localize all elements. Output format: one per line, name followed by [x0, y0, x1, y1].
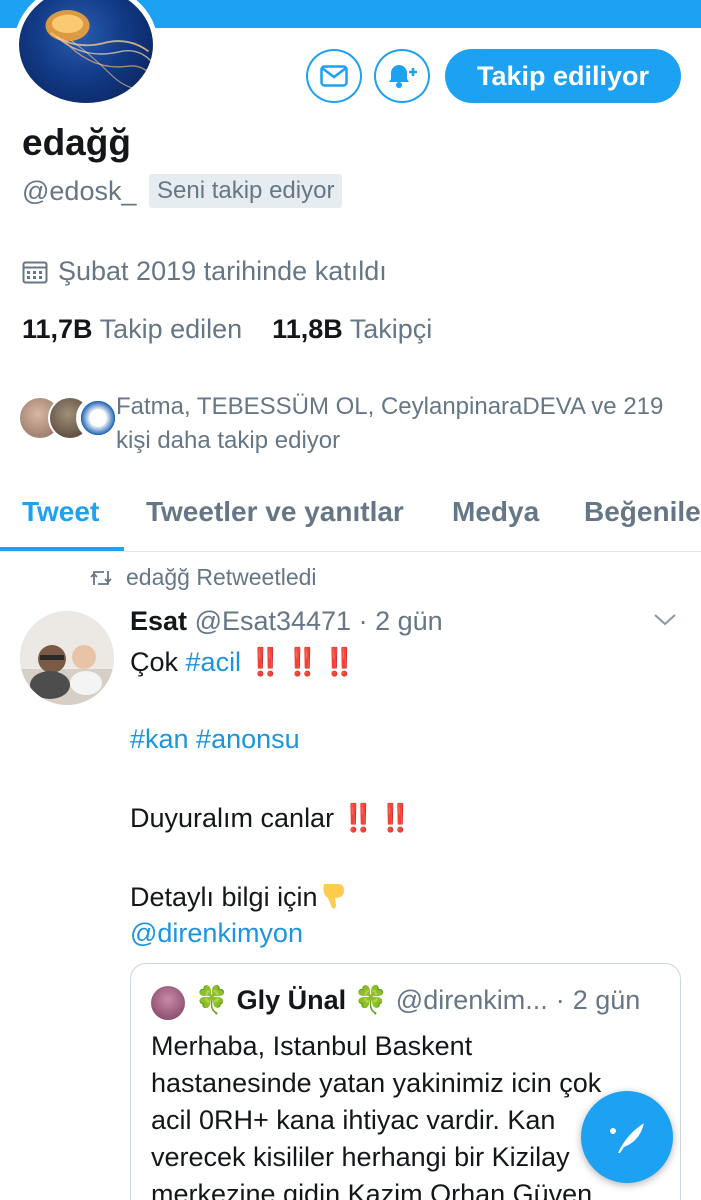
chevron-down-icon: [654, 614, 676, 626]
follows-you-badge: Seni takip ediyor: [149, 174, 343, 208]
tab-tweets-and-replies[interactable]: Tweetler ve yanıtlar: [146, 496, 404, 528]
exclamation-emojis: ‼️ ‼️ ‼️: [248, 647, 357, 677]
mention-direnkimyon[interactable]: @direnkimyon: [130, 918, 303, 948]
follow-stats: 11,7B Takip edilen 11,8B Takipçi: [22, 314, 432, 345]
following-label: Takip edilen: [99, 314, 243, 344]
mutual-line-2: kişi daha takip ediyor: [116, 427, 341, 454]
compose-tweet-icon: [610, 1123, 644, 1153]
tweet-author-avatar[interactable]: [20, 611, 114, 705]
tweet-header: Esat @Esat34471 · 2 gün: [130, 606, 443, 637]
profile-avatar[interactable]: [14, 0, 158, 108]
followers-label: Takipçi: [349, 314, 433, 344]
jellyfish-image: [45, 10, 153, 91]
quoted-separator: ·: [555, 984, 565, 1015]
quoted-author-handle: @direnkim...: [395, 984, 548, 1015]
envelope-icon: [320, 65, 348, 87]
bell-plus-icon: [389, 65, 417, 88]
quoted-author-avatar: [151, 986, 185, 1020]
mutual-line-1: Fatma, TEBESSÜM OL, CeylanpinaraDEVA ve …: [116, 393, 664, 420]
tweet-separator: ·: [358, 606, 368, 636]
profile-name: edağğ: [22, 122, 131, 163]
retweet-label: edağğ Retweetledi: [126, 564, 317, 590]
tweet-author-handle[interactable]: @Esat34471: [195, 606, 352, 636]
compose-tweet-button[interactable]: [581, 1091, 673, 1183]
tweet-text-line-5: @direnkimyon: [130, 918, 303, 949]
active-tab-indicator: [0, 547, 124, 551]
joined-text: Şubat 2019 tarihinde katıldı: [58, 256, 387, 286]
followers-stat[interactable]: 11,8B Takipçi: [272, 314, 432, 345]
tweet-text: Detaylı bilgi için: [130, 882, 318, 912]
following-count: 11,7B: [22, 314, 93, 344]
tweet-text-line-4: Detaylı bilgi için: [130, 880, 348, 917]
mutual-followers-text: Fatma, TEBESSÜM OL, CeylanpinaraDEVA ve …: [116, 390, 696, 458]
tweet-text-line-2: #kan #anonsu: [130, 724, 300, 755]
profile-handle: @edosk_: [22, 176, 137, 206]
tweet-menu-button[interactable]: [652, 612, 678, 633]
following-stat[interactable]: 11,7B Takip edilen: [22, 314, 242, 345]
message-button[interactable]: [306, 49, 362, 103]
pointing-down-emoji-icon: [318, 880, 348, 917]
mutual-avatars: [18, 396, 120, 442]
tweet-text: Duyuralım canlar: [130, 803, 342, 833]
quoted-tweet-time: 2 gün: [572, 984, 641, 1015]
joined-date: Şubat 2019 tarihinde katıldı: [22, 256, 387, 287]
tweet-time[interactable]: 2 gün: [375, 606, 443, 636]
avatar: [76, 396, 120, 440]
calendar-icon: [22, 261, 48, 283]
tab-media[interactable]: Medya: [452, 496, 539, 528]
clover-icon: 🍀: [354, 985, 388, 1015]
hashtag-acil[interactable]: #acil: [186, 647, 242, 677]
followers-count: 11,8B: [272, 314, 343, 344]
exclamation-emojis: ‼️ ‼️: [341, 803, 413, 833]
clover-icon: 🍀: [195, 985, 229, 1015]
tweet-text-line-3: Duyuralım canlar ‼️ ‼️: [130, 802, 413, 834]
quoted-tweet-text: Merhaba, Istanbul Baskent hastanesinde y…: [151, 1031, 602, 1200]
tweet-author-name[interactable]: Esat: [130, 606, 187, 636]
quoted-tweet-header: 🍀 Gly Ünal 🍀 @direnkim... · 2 gün: [195, 984, 640, 1016]
following-button-label: Takip ediliyor: [476, 60, 650, 91]
retweet-context[interactable]: edağğ Retweetledi: [90, 564, 317, 591]
tweet-text-line-1: Çok #acil ‼️ ‼️ ‼️: [130, 646, 357, 678]
retweet-icon: [90, 570, 112, 585]
tweet-text: Çok: [130, 647, 186, 677]
following-button[interactable]: Takip ediliyor: [445, 49, 681, 103]
tab-tweet[interactable]: Tweet: [22, 496, 99, 528]
profile-tabs: Tweet Tweetler ve yanıtlar Medya Beğenil…: [0, 488, 701, 552]
hashtags-kan-anonsu[interactable]: #kan #anonsu: [130, 724, 300, 754]
tab-likes[interactable]: Beğenile: [584, 496, 701, 528]
quoted-author-name: Gly Ünal: [236, 984, 347, 1015]
author-photo: [20, 611, 114, 705]
notifications-button[interactable]: [374, 49, 430, 103]
